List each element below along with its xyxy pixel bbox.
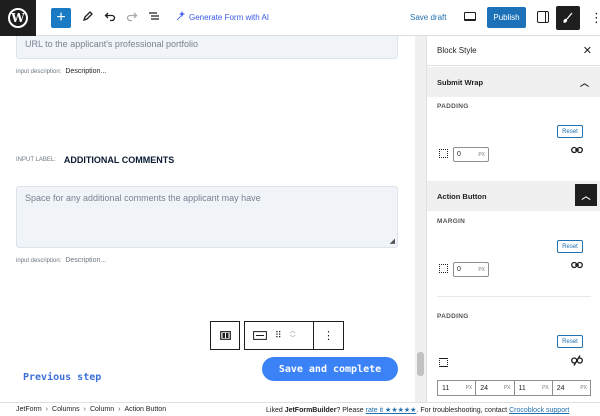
unit-label: PX	[478, 266, 485, 273]
input-description-label: input description:	[16, 258, 62, 264]
more-options-icon[interactable]: ⋮	[590, 10, 600, 26]
submit-wrap-panel-toggle[interactable]: Submit Wrap ︿	[427, 67, 600, 97]
padding-top-input[interactable]: 11 PX	[437, 380, 477, 396]
add-block-button[interactable]: +	[51, 8, 71, 28]
link-sides-icon[interactable]	[571, 145, 583, 158]
link-sides-icon[interactable]	[571, 260, 583, 273]
save-and-complete-button[interactable]: Save and complete	[262, 357, 398, 381]
box-sides-icon	[439, 358, 448, 367]
editor-canvas: URL to the applicant's professional port…	[0, 36, 415, 402]
portfolio-url-field[interactable]: URL to the applicant's professional port…	[16, 36, 398, 59]
action-button-padding-reset-button[interactable]: Reset	[557, 335, 583, 348]
padding-left-input[interactable]: 24 PX	[552, 380, 591, 396]
block-options-button[interactable]: ⋮	[313, 321, 344, 350]
submit-wrap-title: Submit Wrap	[437, 77, 484, 87]
document-overview-icon[interactable]	[146, 10, 162, 26]
drag-handle-icon[interactable]: ⠿	[275, 330, 282, 341]
magic-wand-icon	[176, 10, 186, 23]
sidebar-title: Block Style	[437, 46, 477, 55]
input-description-label: input description:	[16, 69, 62, 75]
breadcrumb-item[interactable]: Column	[90, 406, 114, 413]
submit-wrap-padding-input[interactable]: 0 PX	[453, 147, 489, 162]
generate-form-ai-button[interactable]: Generate Form with AI	[176, 10, 270, 23]
box-sides-icon	[439, 149, 448, 158]
wordpress-logo-button[interactable]: W	[0, 0, 36, 36]
box-sides-icon	[439, 264, 448, 273]
redo-icon[interactable]	[124, 10, 140, 26]
footer-rating-message: Liked JetFormBuilder? Please rate it ★★★…	[266, 407, 570, 414]
action-button-padding-label: PADDING	[437, 313, 469, 320]
resize-handle-icon[interactable]: ◢	[390, 237, 395, 245]
generate-form-label: Generate Form with AI	[189, 12, 270, 22]
action-button-margin-label: MARGIN	[437, 218, 466, 225]
comments-input-label-row: INPUT LABEL: ADDITIONAL COMMENTS	[16, 155, 174, 165]
breadcrumb-item[interactable]: Action Button	[124, 406, 166, 413]
breadcrumb-item[interactable]: Columns	[52, 406, 80, 413]
save-draft-button[interactable]: Save draft	[410, 13, 446, 22]
additional-comments-textarea[interactable]: Space for any additional comments the ap…	[16, 186, 398, 248]
input-label-caption: INPUT LABEL:	[16, 157, 56, 163]
wordpress-icon: W	[8, 7, 28, 28]
preview-icon[interactable]	[464, 12, 476, 21]
vertical-ellipsis-icon: ⋮	[323, 330, 334, 342]
padding-right-input[interactable]: 24 PX	[476, 380, 515, 396]
submit-wrap-padding-label: PADDING	[437, 103, 469, 110]
canvas-scrollbar[interactable]	[415, 36, 426, 402]
action-button-title: Action Button	[437, 191, 487, 201]
sidebar-header: Block Style	[427, 36, 600, 66]
comments-placeholder: Space for any additional comments the ap…	[25, 193, 261, 203]
input-description-value[interactable]: Description...	[65, 68, 106, 75]
move-up-down-icon[interactable]: ︿ ﹀	[290, 329, 296, 343]
submit-wrap-reset-button[interactable]: Reset	[557, 125, 583, 138]
comments-label-value[interactable]: ADDITIONAL COMMENTS	[64, 155, 174, 165]
comments-input-description: input description: Description...	[16, 257, 106, 264]
portfolio-placeholder: URL to the applicant's professional port…	[25, 39, 198, 49]
support-link[interactable]: Crocoblock support	[509, 407, 569, 414]
action-button-padding-inputs: 11 PX 24 PX 11 PX 24 PX	[437, 380, 591, 396]
breadcrumb-item[interactable]: JetForm	[16, 406, 42, 413]
action-button-block-icon[interactable]	[253, 331, 267, 340]
settings-sidebar-toggle-icon[interactable]	[537, 11, 549, 23]
brush-icon	[563, 12, 573, 23]
unit-label: PX	[478, 151, 485, 158]
close-icon[interactable]: ✕	[583, 44, 592, 57]
padding-bottom-input[interactable]: 11 PX	[514, 380, 553, 396]
breadcrumb: JetForm › Columns › Column › Action Butt…	[16, 406, 166, 413]
styles-brush-button[interactable]	[556, 6, 580, 30]
unlink-sides-icon[interactable]	[571, 355, 583, 369]
editor-footer: JetForm › Columns › Column › Action Butt…	[0, 402, 600, 416]
columns-icon	[219, 331, 231, 340]
rate-it-link[interactable]: rate it ★★★★★	[366, 407, 417, 414]
previous-step-button[interactable]: Previous step	[23, 372, 101, 383]
chevron-right-icon: ›	[118, 406, 121, 413]
section-divider	[437, 296, 591, 297]
action-button-margin-reset-button[interactable]: Reset	[557, 240, 583, 253]
chevron-up-icon: ︿	[575, 184, 597, 206]
chevron-up-icon: ︿	[579, 78, 589, 88]
parent-block-selector[interactable]	[210, 321, 240, 350]
pencil-tools-icon[interactable]	[80, 10, 96, 26]
undo-icon[interactable]	[102, 10, 118, 26]
chevron-right-icon: ›	[83, 406, 86, 413]
publish-button[interactable]: Publish	[487, 7, 526, 28]
block-mover-toolbar: ⠿ ︿ ﹀	[244, 321, 314, 350]
action-button-margin-input[interactable]: 0 PX	[453, 262, 489, 277]
margin-value: 0	[457, 266, 461, 273]
portfolio-input-description: input description: Description...	[16, 68, 106, 75]
chevron-right-icon: ›	[45, 406, 49, 413]
action-button-panel-toggle[interactable]: Action Button ︿	[427, 181, 600, 211]
block-style-sidebar: Block Style ✕ Submit Wrap ︿ PADDING Rese…	[426, 36, 600, 402]
input-description-value[interactable]: Description...	[65, 257, 106, 264]
padding-value: 0	[457, 151, 461, 158]
canvas-scrollbar-thumb[interactable]	[417, 352, 424, 376]
